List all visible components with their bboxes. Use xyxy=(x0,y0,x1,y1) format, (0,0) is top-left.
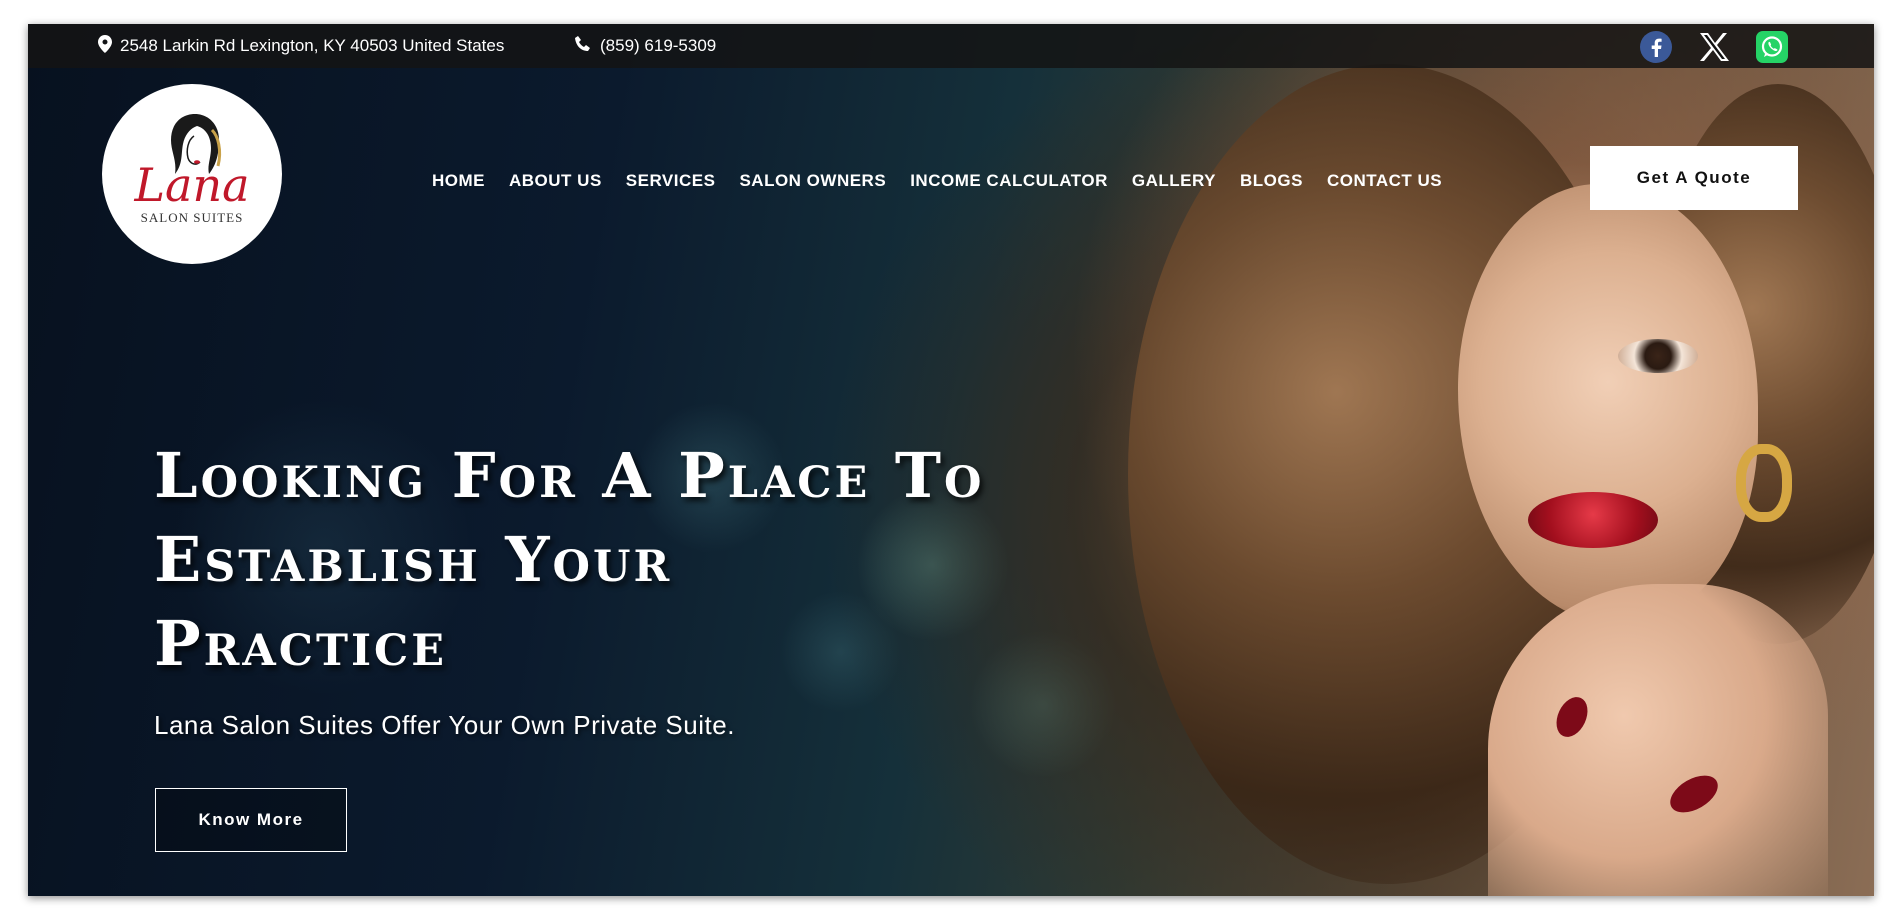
x-icon xyxy=(1700,33,1729,61)
hero-title: Looking For A Place To Establish Your Pr… xyxy=(154,434,1034,686)
phone-info[interactable]: (859) 619-5309 xyxy=(574,24,716,68)
nav-item-contact-us[interactable]: CONTACT US xyxy=(1327,171,1442,191)
top-bar: 2548 Larkin Rd Lexington, KY 40503 Unite… xyxy=(28,24,1874,68)
main-nav: HOME ABOUT US SERVICES SALON OWNERS INCO… xyxy=(432,164,1466,198)
address-text: 2548 Larkin Rd Lexington, KY 40503 Unite… xyxy=(120,36,505,55)
nav-item-home[interactable]: HOME xyxy=(432,171,485,191)
nav-item-gallery[interactable]: GALLERY xyxy=(1132,171,1216,191)
lady-silhouette-icon xyxy=(171,114,222,174)
hero-title-line-1: Looking For A Place To xyxy=(154,439,985,512)
hero-section: 2548 Larkin Rd Lexington, KY 40503 Unite… xyxy=(28,24,1874,896)
hero-hand-image xyxy=(1488,584,1828,896)
whatsapp-link[interactable] xyxy=(1756,31,1788,63)
facebook-link[interactable] xyxy=(1640,31,1672,63)
nav-item-blogs[interactable]: BLOGS xyxy=(1240,171,1303,191)
hero-title-line-2: Establish Your xyxy=(154,523,673,596)
know-more-button[interactable]: Know More xyxy=(155,788,347,852)
x-link[interactable] xyxy=(1698,31,1730,63)
phone-text: (859) 619-5309 xyxy=(600,36,717,55)
hero-eye-image xyxy=(1618,339,1698,373)
hero-lips-image xyxy=(1528,492,1658,548)
facebook-icon xyxy=(1640,31,1672,63)
map-pin-icon xyxy=(98,34,120,58)
get-a-quote-button[interactable]: Get A Quote xyxy=(1590,146,1798,210)
nav-item-services[interactable]: SERVICES xyxy=(626,171,716,191)
nav-item-salon-owners[interactable]: SALON OWNERS xyxy=(739,171,886,191)
site-logo[interactable]: Lana SALON SUITES xyxy=(102,84,282,264)
hero-earring-image xyxy=(1736,444,1792,522)
hero-subtitle: Lana Salon Suites Offer Your Own Private… xyxy=(154,710,735,740)
logo-subtitle: SALON SUITES xyxy=(140,210,244,225)
phone-icon xyxy=(574,35,600,58)
nav-item-about-us[interactable]: ABOUT US xyxy=(509,171,602,191)
nav-item-income-calculator[interactable]: INCOME CALCULATOR xyxy=(910,171,1108,191)
whatsapp-icon xyxy=(1756,31,1788,63)
hero-title-line-3: Practice xyxy=(154,607,448,680)
address-info: 2548 Larkin Rd Lexington, KY 40503 Unite… xyxy=(98,24,504,68)
